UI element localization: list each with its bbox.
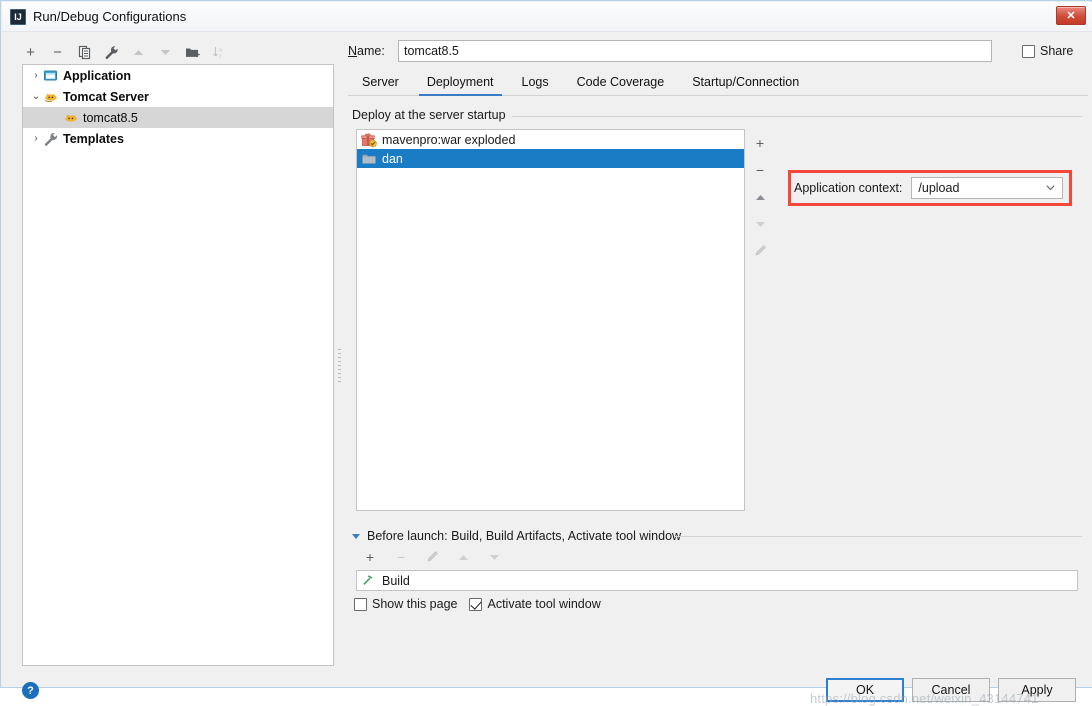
tree-item-tomcat85[interactable]: tomcat8.5 bbox=[23, 107, 333, 128]
tree-item-label: Templates bbox=[63, 131, 124, 146]
show-this-page-checkbox[interactable]: Show this page bbox=[354, 597, 457, 611]
tomcat-icon bbox=[43, 89, 59, 105]
title-bar: Run/Debug Configurations ✕ bbox=[2, 2, 1092, 32]
tab-logs[interactable]: Logs bbox=[508, 73, 563, 95]
name-label: Name: bbox=[348, 44, 385, 58]
dialog-buttons: OK Cancel Apply bbox=[826, 678, 1076, 702]
tab-startup-connection[interactable]: Startup/Connection bbox=[678, 73, 813, 95]
tab-server[interactable]: Server bbox=[348, 73, 413, 95]
bottom-options: Show this page Activate tool window bbox=[354, 597, 601, 611]
application-context-row: Application context: /upload bbox=[794, 176, 1066, 200]
activate-tool-window-checkbox[interactable]: Activate tool window bbox=[469, 597, 601, 611]
name-input[interactable] bbox=[398, 40, 992, 62]
move-down-icon bbox=[157, 44, 174, 61]
move-down-icon bbox=[486, 549, 502, 565]
panel-splitter[interactable] bbox=[334, 64, 346, 666]
new-folder-icon[interactable] bbox=[184, 44, 201, 61]
deployment-artifacts-list[interactable]: mavenpro:war exploded dan bbox=[356, 129, 745, 511]
share-checkbox[interactable]: Share bbox=[1022, 44, 1073, 58]
before-launch-title: Before launch: Build, Build Artifacts, A… bbox=[367, 529, 682, 543]
tree-item-label: Tomcat Server bbox=[63, 89, 149, 104]
deployment-list-toolbar: + − bbox=[747, 129, 773, 269]
list-item[interactable]: dan bbox=[357, 149, 744, 168]
list-item-label: Build bbox=[382, 573, 410, 588]
list-item-label: mavenpro:war exploded bbox=[382, 132, 516, 147]
sort-alphabetically-icon: a z bbox=[211, 44, 228, 61]
window-title: Run/Debug Configurations bbox=[33, 9, 187, 24]
cancel-button[interactable]: Cancel bbox=[912, 678, 990, 702]
tree-item-label: tomcat8.5 bbox=[83, 110, 138, 125]
build-hammer-icon bbox=[361, 572, 376, 590]
remove-task-button: − bbox=[396, 549, 406, 565]
show-this-page-label: Show this page bbox=[372, 597, 458, 611]
tab-code-coverage[interactable]: Code Coverage bbox=[563, 73, 679, 95]
configurations-tree[interactable]: › Application ⌄ Tomcat Server tomcat8.5 … bbox=[22, 64, 334, 666]
move-up-icon bbox=[455, 549, 471, 565]
share-checkbox-label: Share bbox=[1040, 44, 1074, 58]
chevron-down-icon[interactable]: ⌄ bbox=[29, 86, 43, 107]
tree-item-application[interactable]: › Application bbox=[23, 65, 333, 86]
list-item[interactable]: Build bbox=[361, 572, 410, 590]
configurations-toolbar: + − a z bbox=[22, 40, 322, 64]
show-this-page-box[interactable] bbox=[354, 597, 367, 611]
move-up-icon bbox=[130, 44, 147, 61]
tab-deployment[interactable]: Deployment bbox=[413, 73, 508, 96]
chevron-right-icon[interactable]: › bbox=[29, 128, 43, 149]
svg-text:z: z bbox=[219, 53, 222, 59]
before-launch-section: Before launch: Build, Build Artifacts, A… bbox=[352, 528, 1082, 591]
dialog-content: + − a z › Application ⌄ Tomcat Server to… bbox=[2, 32, 1092, 706]
application-icon bbox=[43, 68, 59, 84]
name-row: Name: Share bbox=[348, 39, 1088, 63]
collapse-triangle-icon[interactable] bbox=[352, 533, 360, 539]
deploy-at-server-startup-group: Deploy at the server startup mavenpro:wa… bbox=[352, 108, 1082, 548]
add-task-button[interactable]: + bbox=[362, 549, 378, 565]
tree-item-label: Application bbox=[63, 68, 132, 83]
edit-pencil-icon bbox=[752, 243, 768, 259]
before-launch-toolbar: + − bbox=[362, 549, 502, 565]
list-item-label: dan bbox=[382, 151, 403, 166]
ok-button[interactable]: OK bbox=[826, 678, 904, 702]
group-title: Deploy at the server startup bbox=[352, 108, 512, 122]
activate-tool-window-label: Activate tool window bbox=[487, 597, 601, 611]
tree-item-templates[interactable]: › Templates bbox=[23, 128, 333, 149]
move-up-icon[interactable] bbox=[752, 189, 768, 205]
chevron-down-icon[interactable] bbox=[1046, 183, 1055, 192]
activate-tool-window-box[interactable] bbox=[469, 597, 483, 611]
add-configuration-button[interactable]: + bbox=[22, 44, 39, 61]
add-artifact-button[interactable]: + bbox=[752, 135, 768, 151]
move-down-icon bbox=[752, 216, 768, 232]
configuration-editor-pane: Name: Share Server Deployment Logs Code … bbox=[346, 32, 1092, 687]
wrench-icon[interactable] bbox=[103, 44, 120, 61]
chevron-right-icon[interactable]: › bbox=[29, 65, 43, 86]
copy-configuration-button[interactable] bbox=[76, 44, 93, 61]
intellij-idea-icon bbox=[10, 8, 26, 25]
before-launch-task-list[interactable]: Build bbox=[356, 570, 1078, 591]
artifact-icon bbox=[361, 132, 377, 148]
edit-pencil-icon bbox=[424, 549, 440, 565]
remove-configuration-button[interactable]: − bbox=[49, 44, 66, 61]
close-icon[interactable]: ✕ bbox=[1056, 6, 1086, 25]
application-context-label: Application context: bbox=[794, 181, 903, 195]
run-debug-configurations-dialog: Run/Debug Configurations ✕ + − bbox=[0, 0, 1092, 706]
editor-tabs: Server Deployment Logs Code Coverage Sta… bbox=[348, 70, 1088, 96]
list-item[interactable]: mavenpro:war exploded bbox=[357, 130, 744, 149]
before-launch-divider bbox=[674, 536, 1082, 537]
apply-button[interactable]: Apply bbox=[998, 678, 1076, 702]
splitter-handle bbox=[338, 349, 341, 383]
folder-icon bbox=[361, 151, 377, 167]
application-context-value: /upload bbox=[918, 181, 960, 195]
application-context-combobox[interactable]: /upload bbox=[911, 177, 1064, 199]
share-checkbox-box[interactable] bbox=[1022, 44, 1035, 58]
remove-artifact-button[interactable]: − bbox=[752, 162, 768, 178]
wrench-icon bbox=[43, 131, 59, 147]
help-icon[interactable]: ? bbox=[22, 682, 39, 699]
tree-item-tomcat-server[interactable]: ⌄ Tomcat Server bbox=[23, 86, 333, 107]
tomcat-icon bbox=[63, 110, 79, 126]
